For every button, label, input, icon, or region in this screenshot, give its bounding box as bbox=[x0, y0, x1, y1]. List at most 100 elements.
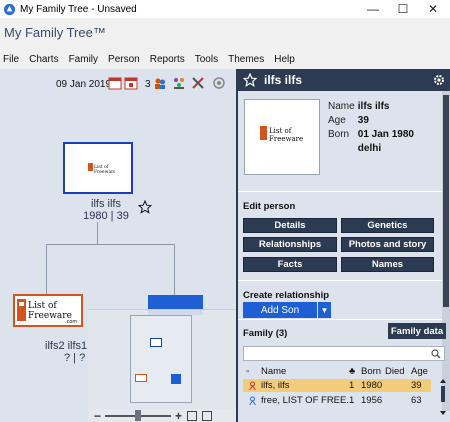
person-node-main[interactable]: List of Freeware bbox=[63, 142, 133, 194]
minimap[interactable] bbox=[88, 309, 236, 409]
edit-person-title: Edit person bbox=[243, 201, 296, 212]
info-place-value: delhi bbox=[357, 143, 382, 154]
tools-icon[interactable] bbox=[191, 76, 205, 90]
zoom-slider-thumb[interactable] bbox=[135, 409, 142, 421]
info-born-row: Born 01 Jan 1980 bbox=[328, 129, 414, 140]
menu-reports[interactable]: Reports bbox=[145, 54, 190, 65]
family-table-scrollbar[interactable] bbox=[440, 379, 446, 415]
connector-line bbox=[46, 244, 47, 294]
info-name-key: Name bbox=[328, 101, 355, 112]
col-born[interactable]: Born bbox=[361, 366, 381, 377]
row-num: 1 bbox=[349, 380, 355, 391]
info-age-row: Age 39 bbox=[328, 115, 369, 126]
tree-canvas[interactable]: 09 Jan 2019 3 List of Freeware ilfs ilfs… bbox=[0, 69, 236, 422]
family-data-button[interactable]: Family data bbox=[388, 323, 446, 339]
menu-file[interactable]: File bbox=[0, 54, 24, 65]
info-name-value: ilfs ilfs bbox=[357, 101, 390, 112]
settings-wheel-icon[interactable] bbox=[212, 76, 226, 90]
zoom-out-icon[interactable]: − bbox=[94, 409, 101, 422]
menu-charts[interactable]: Charts bbox=[24, 54, 63, 65]
family-icon[interactable] bbox=[172, 76, 186, 90]
people-count: 3 bbox=[145, 79, 151, 90]
close-button[interactable]: ✕ bbox=[418, 0, 448, 18]
family-title: Family (3) bbox=[243, 328, 288, 339]
sort-radio-icon[interactable]: ◦ bbox=[246, 366, 249, 377]
table-row[interactable]: ilfs, ilfs 1 1980 39 bbox=[243, 379, 431, 392]
genetics-button[interactable]: Genetics bbox=[341, 218, 434, 233]
calendar-icon[interactable] bbox=[108, 76, 122, 90]
names-button[interactable]: Names bbox=[341, 257, 434, 272]
col-name[interactable]: Name bbox=[261, 366, 286, 377]
minimap-node bbox=[150, 338, 162, 347]
gear-icon[interactable] bbox=[433, 74, 445, 86]
panel-scrollbar-thumb[interactable] bbox=[443, 95, 449, 307]
connector-line bbox=[174, 244, 175, 295]
calendar-day-icon[interactable] bbox=[124, 76, 138, 90]
col-age[interactable]: Age bbox=[411, 366, 428, 377]
family-search-input[interactable] bbox=[243, 346, 445, 361]
menu-themes[interactable]: Themes bbox=[223, 54, 269, 65]
minimap-viewport[interactable] bbox=[130, 315, 192, 403]
details-button[interactable]: Details bbox=[243, 218, 337, 233]
row-num: 1 bbox=[349, 395, 355, 406]
menu-person[interactable]: Person bbox=[103, 54, 145, 65]
logo-line3: .com bbox=[65, 319, 77, 325]
person-node-name: ilfs ilfs bbox=[91, 198, 121, 210]
app-icon bbox=[3, 3, 16, 15]
current-date: 09 Jan 2019 bbox=[56, 79, 112, 90]
fit-screen-icon[interactable] bbox=[187, 410, 198, 421]
col-tree-icon: ♣ bbox=[349, 366, 356, 377]
create-relationship-title: Create relationship bbox=[243, 290, 330, 301]
menu-family[interactable]: Family bbox=[64, 54, 103, 65]
panel-scrollbar[interactable] bbox=[442, 91, 450, 411]
zoom-in-icon[interactable]: + bbox=[175, 409, 182, 422]
row-age: 63 bbox=[411, 395, 422, 406]
person-male-icon bbox=[249, 396, 256, 405]
table-row[interactable]: free, LIST OF FREE... 1 1956 63 bbox=[243, 394, 431, 407]
star-icon[interactable] bbox=[243, 73, 257, 87]
facts-button[interactable]: Facts bbox=[243, 257, 337, 272]
family-table-header: ◦ Name ♣ Born Died Age bbox=[243, 365, 438, 378]
info-age-value: 39 bbox=[357, 115, 369, 126]
menu-tools[interactable]: Tools bbox=[190, 54, 223, 65]
person-photo[interactable]: List of Freeware bbox=[244, 99, 320, 175]
logo-line1: List of bbox=[28, 301, 57, 311]
person-panel-name: ilfs ilfs bbox=[264, 73, 303, 87]
search-icon[interactable] bbox=[431, 349, 441, 359]
logo-line2: Freeware bbox=[94, 169, 115, 175]
logo-thumbnail: List of Freeware bbox=[87, 160, 115, 180]
maximize-button[interactable]: ☐ bbox=[388, 0, 418, 18]
person-node-second[interactable]: List of Freeware .com bbox=[13, 294, 83, 327]
menu-help[interactable]: Help bbox=[269, 54, 300, 65]
person-panel-header: ilfs ilfs bbox=[238, 69, 450, 91]
connector-line bbox=[97, 222, 98, 244]
row-name: free, LIST OF FREE... bbox=[261, 395, 355, 406]
app-header: My Family Tree™ bbox=[0, 18, 450, 49]
relationships-button[interactable]: Relationships bbox=[243, 237, 337, 252]
logo-line1: List of bbox=[269, 127, 293, 135]
logo-thumbnail: List of Freeware bbox=[260, 126, 303, 143]
section-divider bbox=[238, 191, 442, 192]
row-age: 39 bbox=[411, 380, 422, 391]
minimap-node bbox=[171, 374, 181, 384]
zoom-slider[interactable] bbox=[105, 409, 172, 421]
minimize-button[interactable]: — bbox=[358, 0, 388, 18]
person-node-second-years: ? | ? bbox=[64, 352, 86, 364]
photos-and-story-button[interactable]: Photos and story bbox=[341, 237, 434, 252]
col-died[interactable]: Died bbox=[385, 366, 405, 377]
person-node-second-name: ilfs2 ilfs1 bbox=[45, 340, 88, 352]
minimap-node bbox=[135, 374, 147, 382]
logo-image: List of Freeware .com bbox=[17, 299, 77, 325]
row-born: 1956 bbox=[361, 395, 383, 406]
chevron-down-icon[interactable]: ▼ bbox=[317, 302, 331, 318]
info-name-row: Name ilfs ilfs bbox=[328, 101, 389, 112]
logo-line2: Freeware bbox=[269, 135, 303, 143]
export-image-icon[interactable] bbox=[202, 410, 213, 421]
add-son-label: Add Son bbox=[260, 304, 300, 316]
zoom-bar: − + bbox=[88, 409, 236, 422]
people-icon[interactable] bbox=[153, 76, 167, 90]
add-son-button[interactable]: Add Son ▼ bbox=[243, 302, 331, 318]
app-title: My Family Tree™ bbox=[4, 25, 106, 40]
star-icon[interactable] bbox=[138, 200, 152, 214]
row-name: ilfs, ilfs bbox=[261, 380, 290, 391]
